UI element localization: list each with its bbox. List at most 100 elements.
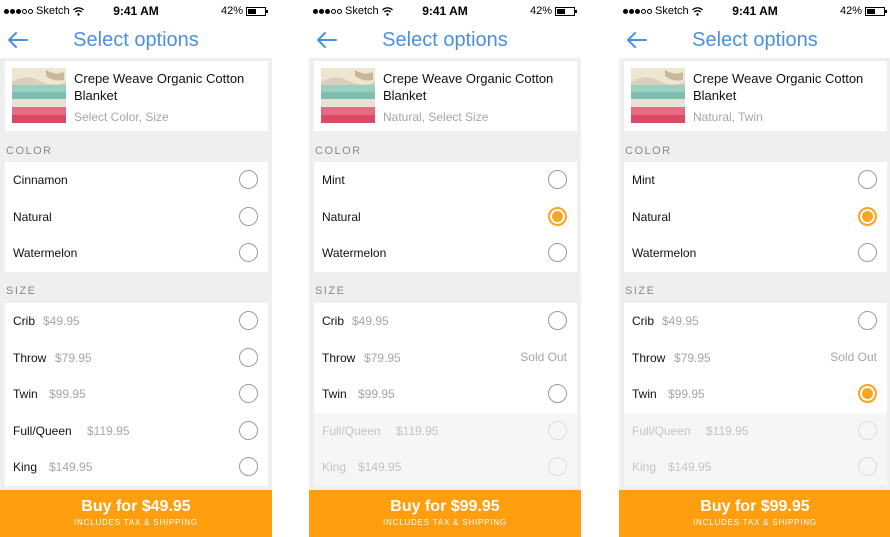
size-option-price: $149.95 [49,460,93,474]
size-option-label: Full/Queen [632,423,691,438]
buy-button-label: Buy for $99.95 [390,498,500,515]
radio-icon[interactable] [858,170,877,189]
radio-icon[interactable] [239,243,258,262]
size-option-1[interactable]: Throw $79.95 Sold Out [624,340,887,377]
radio-selected-icon[interactable] [548,206,567,226]
size-option-3: Full/Queen $119.95 [314,412,577,449]
color-option-1[interactable]: Natural [624,199,887,236]
color-options: Mint Natural Watermelon [314,162,577,272]
color-option-2[interactable]: Watermelon [5,235,268,272]
radio-icon[interactable] [239,457,258,476]
size-option-label: Crib [632,314,655,328]
size-option-label: King [632,460,657,474]
size-option-price: $99.95 [668,387,705,401]
buy-button-label: Buy for $99.95 [700,498,810,515]
size-option-price: $49.95 [43,314,80,328]
radio-icon[interactable] [239,420,258,440]
size-option-price: $79.95 [55,350,92,365]
size-option-0[interactable]: Crib $49.95 [5,303,268,340]
size-option-price: $79.95 [364,350,401,365]
product-summary: Crepe Weave Organic Cotton Blanket Natur… [314,61,577,131]
radio-icon[interactable] [239,384,258,403]
radio-icon[interactable] [548,243,567,262]
status-bar: Sketch 9:41 AM 42% [619,0,890,22]
color-option-label: Mint [322,173,345,187]
status-bar: Sketch 9:41 AM 42% [0,0,272,22]
size-section-label: SIZE [315,285,346,297]
size-option-1[interactable]: Throw $79.95 [5,340,268,377]
nav-bar: Select options [309,22,581,58]
color-option-1[interactable]: Natural [314,199,577,236]
color-option-label: Watermelon [13,246,78,260]
product-summary: Crepe Weave Organic Cotton Blanket Natur… [624,61,887,131]
color-option-label: Cinnamon [13,173,68,187]
size-option-price: $79.95 [674,350,711,365]
status-right: 42% [530,5,577,17]
size-option-label: Throw [322,350,356,365]
size-option-4[interactable]: King $149.95 [5,449,268,486]
radio-icon[interactable] [858,243,877,262]
size-option-label: King [322,460,347,474]
sold-out-label: Sold Out [520,349,567,364]
radio-icon[interactable] [239,206,258,226]
buy-button-subtext: INCLUDES TAX & SHIPPING [74,518,198,527]
size-option-0[interactable]: Crib $49.95 [624,303,887,340]
buy-button[interactable]: Buy for $99.95 INCLUDES TAX & SHIPPING [619,490,890,537]
color-options: Cinnamon Natural Watermelon [5,162,268,272]
buy-button[interactable]: Buy for $49.95 INCLUDES TAX & SHIPPING [0,490,272,537]
phone-screen-1: Sketch 9:41 AM 42% Select options Crepe … [0,0,272,537]
color-option-0[interactable]: Mint [314,162,577,199]
radio-icon[interactable] [239,170,258,189]
color-option-2[interactable]: Watermelon [314,235,577,272]
status-right: 42% [840,5,887,17]
color-option-label: Mint [632,173,655,187]
color-option-label: Natural [632,209,671,224]
page-title: Select options [382,29,508,51]
product-name: Crepe Weave Organic Cotton Blanket [74,71,245,103]
buy-button[interactable]: Buy for $99.95 INCLUDES TAX & SHIPPING [309,490,581,537]
size-option-price: $149.95 [668,460,712,474]
size-option-3: Full/Queen $119.95 [624,412,887,449]
radio-selected-icon[interactable] [858,384,877,403]
size-option-2[interactable]: Twin $99.95 [5,376,268,413]
radio-icon[interactable] [548,170,567,189]
radio-icon[interactable] [548,311,567,330]
size-options: Crib $49.95 Throw $79.95 Twin $99.95 Full/Quee… [5,303,268,486]
product-summary: Crepe Weave Organic Cotton Blanket Selec… [5,61,268,131]
size-option-price: $49.95 [662,314,699,328]
color-option-1[interactable]: Natural [5,199,268,236]
product-thumbnail [12,68,66,123]
radio-icon[interactable] [548,384,567,403]
page-title: Select options [692,29,818,51]
radio-icon[interactable] [239,311,258,330]
battery-icon [865,6,887,16]
color-option-2[interactable]: Watermelon [624,235,887,272]
size-option-2[interactable]: Twin $99.95 [314,376,577,413]
size-options: Crib $49.95 Throw $79.95 Sold Out Twin $99.95 F… [314,303,577,486]
phone-screen-2: Sketch 9:41 AM 42% Select options Crepe … [309,0,581,537]
size-option-label: Throw [632,350,666,365]
size-option-0[interactable]: Crib $49.95 [314,303,577,340]
color-option-0[interactable]: Cinnamon [5,162,268,199]
buy-button-label: Buy for $49.95 [81,498,191,515]
size-options: Crib $49.95 Throw $79.95 Sold Out Twin $99.95 F… [624,303,887,486]
radio-icon [548,457,567,476]
color-option-0[interactable]: Mint [624,162,887,199]
radio-icon[interactable] [858,311,877,330]
size-option-label: Crib [13,314,36,328]
size-option-price: $119.95 [396,423,439,438]
size-section-label: SIZE [625,285,656,297]
product-name: Crepe Weave Organic Cotton Blanket [693,71,864,103]
size-option-label: Twin [322,387,347,401]
size-option-1[interactable]: Throw $79.95 Sold Out [314,340,577,377]
size-option-price: $119.95 [87,423,130,438]
color-options: Mint Natural Watermelon [624,162,887,272]
product-selection-summary: Natural, Select Size [383,110,489,124]
size-option-label: Throw [13,350,47,365]
phone-screen-3: Sketch 9:41 AM 42% Select options Crepe … [619,0,890,537]
radio-icon[interactable] [239,347,258,367]
size-option-price: $99.95 [49,387,86,401]
size-option-2[interactable]: Twin $99.95 [624,376,887,413]
size-option-3[interactable]: Full/Queen $119.95 [5,413,268,450]
radio-selected-icon[interactable] [858,206,877,226]
